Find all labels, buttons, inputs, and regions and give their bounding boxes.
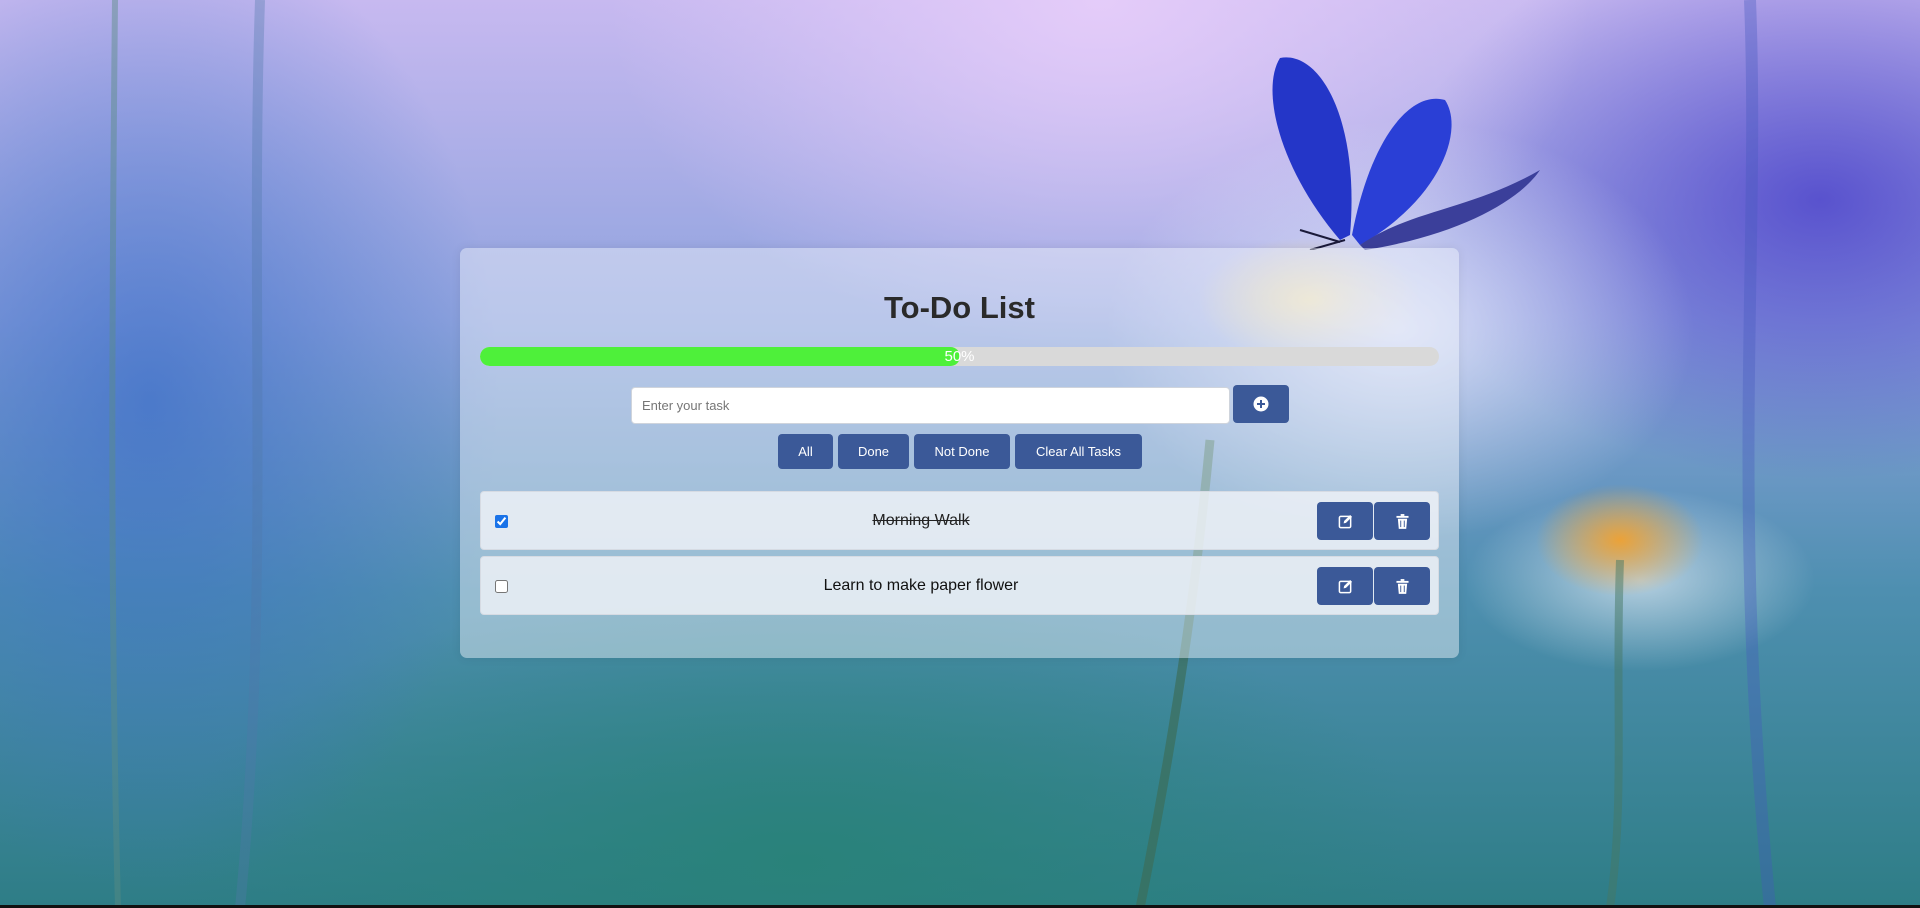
task-input[interactable] xyxy=(631,387,1230,424)
task-text: Learn to make paper flower xyxy=(823,576,1019,594)
task-checkbox[interactable] xyxy=(495,515,508,528)
butterfly-image xyxy=(1272,57,1540,250)
filter-not-done-button[interactable]: Not Done xyxy=(914,434,1010,469)
delete-task-button[interactable] xyxy=(1374,502,1430,540)
filter-all-button[interactable]: All xyxy=(778,434,833,469)
trash-icon xyxy=(1395,578,1409,594)
task-item: Learn to make paper flower xyxy=(480,556,1439,615)
page-title: To-Do List xyxy=(884,290,1035,325)
plus-circle-icon xyxy=(1253,396,1269,412)
task-item: Morning Walk xyxy=(480,491,1439,550)
edit-task-button[interactable] xyxy=(1317,567,1373,605)
edit-icon xyxy=(1338,514,1352,528)
edit-task-button[interactable] xyxy=(1317,502,1373,540)
progress-label: 50% xyxy=(944,348,975,365)
edit-icon xyxy=(1338,579,1352,593)
todo-card: To-Do List 50% All Done Not Done Clear A… xyxy=(460,248,1459,658)
filter-done-button[interactable]: Done xyxy=(838,434,909,469)
task-checkbox[interactable] xyxy=(495,580,508,593)
progress-bar: 50% xyxy=(480,347,1439,366)
trash-icon xyxy=(1395,513,1409,529)
clear-all-tasks-button[interactable]: Clear All Tasks xyxy=(1015,434,1142,469)
add-task-button[interactable] xyxy=(1233,385,1289,423)
delete-task-button[interactable] xyxy=(1374,567,1430,605)
task-text: Morning Walk xyxy=(872,511,970,529)
